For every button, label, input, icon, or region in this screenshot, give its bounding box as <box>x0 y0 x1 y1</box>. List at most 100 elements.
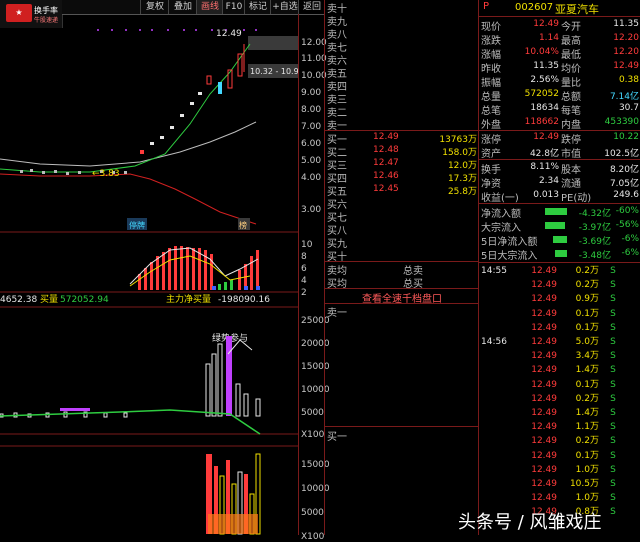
quote-value: 12.20 <box>613 33 639 43</box>
buy-level-volume: 158.0万 <box>442 148 477 158</box>
vol-unit: X100 <box>301 430 325 440</box>
quote-value: 7.14亿 <box>609 92 639 102</box>
price-axis: 12.00 11.00 10.00 9.00 8.00 7.00 6.00 5.… <box>298 14 330 542</box>
flow-pct: -6% <box>621 248 639 258</box>
buy-level-volume: 13763万 <box>439 135 477 145</box>
tick-side: S <box>610 479 616 489</box>
quote-value: 12.49 <box>533 19 559 29</box>
sell1-bottom-label: 卖一 <box>327 308 347 319</box>
tick-side: S <box>610 308 616 319</box>
macd-tick: 2 <box>301 288 307 298</box>
quote-value: 8.11% <box>530 162 559 172</box>
tick-side: S <box>610 436 616 447</box>
tick-volume: 1.4万 <box>575 365 599 376</box>
vol2-unit: X100 <box>301 532 325 542</box>
quote-label: 总量 <box>481 92 501 103</box>
tick-volume: 0.2万 <box>575 266 599 276</box>
quote-label: 流通 <box>561 179 581 190</box>
tick-side: S <box>610 493 616 504</box>
tick-row: 12.49 1.0万 S <box>479 491 640 505</box>
macd-tick: 6 <box>301 264 307 274</box>
tick-volume: 10.5万 <box>569 479 599 489</box>
tick-price: 12.49 <box>531 294 557 305</box>
tick-price: 12.49 <box>531 450 557 461</box>
tick-side: S <box>610 408 616 418</box>
quote-label: 振幅 <box>481 78 501 89</box>
quote-label: 最低 <box>561 50 581 61</box>
tick-side: S <box>610 422 616 433</box>
range-label: 10.32 - 10.9 <box>250 67 298 76</box>
tick-row: 14:55 12.49 0.2万 S <box>479 264 640 278</box>
tick-volume: 0.1万 <box>575 379 599 390</box>
buy-level-price: 12.45 <box>373 184 399 194</box>
tick-row: 12.49 0.1万 S <box>479 378 640 392</box>
quote-label: 跌停 <box>561 135 581 146</box>
tick-price: 12.49 <box>531 266 557 276</box>
flow-value: -3.69亿 <box>578 237 611 247</box>
tick-side: S <box>610 294 616 305</box>
flow-label: 大宗流入 <box>481 223 521 234</box>
tick-volume: 0.2万 <box>575 436 599 447</box>
quote-label: 收益(一) <box>481 193 519 204</box>
quote-value: 12.49 <box>533 132 559 142</box>
buy-level-price: 12.47 <box>373 158 399 168</box>
tick-side: S <box>610 337 616 347</box>
quote-value: 30.7 <box>618 103 639 113</box>
tick-price: 12.49 <box>531 365 557 376</box>
quote-label: 换手 <box>481 165 501 176</box>
quote-label: 涨跌 <box>481 36 501 47</box>
tick-row: 12.49 0.1万 S <box>479 449 640 463</box>
quote-panel: P 002607 亚夏汽车 现价 12.49 今开 11.35 涨跌 1.14 … <box>478 0 640 535</box>
buy1-bottom-label: 买一 <box>327 432 347 443</box>
tick-price: 12.49 <box>531 308 557 319</box>
tick-price: 12.49 <box>531 379 557 390</box>
tick-volume: 1.0万 <box>575 493 599 504</box>
buy-level-price: 12.48 <box>373 145 399 155</box>
tick-row: 12.49 0.1万 S <box>479 321 640 335</box>
restore-rights-button[interactable]: 复权 <box>140 0 169 14</box>
tick-side: S <box>610 450 616 461</box>
quote-value: 102.5亿 <box>604 149 639 159</box>
stock-code: 002607 <box>515 2 554 13</box>
macd-tick: 8 <box>301 252 307 262</box>
quote-value: 10.22 <box>613 132 639 142</box>
tick-row: 12.49 0.9万 S <box>479 292 640 306</box>
quote-value: 11.35 <box>533 61 559 71</box>
tick-price: 12.49 <box>531 337 557 347</box>
quote-value: 11.35 <box>613 19 639 29</box>
quote-value: 2.34 <box>538 176 559 186</box>
order-book: 卖十 卖九 卖八 卖七 卖六 卖五 卖四 卖三 卖二 卖一 买一 12.49 1… <box>324 0 479 535</box>
tick-price: 12.49 <box>531 393 557 404</box>
tick-price: 12.49 <box>531 322 557 333</box>
tick-side: S <box>610 351 616 362</box>
flow-pct: -56% <box>615 220 639 230</box>
tick-price: 12.49 <box>531 436 557 447</box>
quote-label: 涨停 <box>481 135 501 146</box>
tick-list[interactable]: 14:55 12.49 0.2万 S 12.49 0.2万 S 12.49 0.9万 S 12.49… <box>479 263 640 535</box>
quote-label: 总额 <box>561 92 581 103</box>
f10-button[interactable]: F10 <box>222 0 245 14</box>
draw-line-button[interactable]: 画线 <box>196 0 223 14</box>
quote-label: 内盘 <box>561 120 581 131</box>
tick-price: 12.49 <box>531 280 557 291</box>
mark-button[interactable]: 标记 <box>244 0 271 14</box>
quote-value: 10.04% <box>524 47 559 57</box>
tick-row: 12.49 0.2万 S <box>479 278 640 292</box>
add-watchlist-button[interactable]: +自选 <box>270 0 299 14</box>
back-button[interactable]: 返回 <box>298 0 325 15</box>
tick-volume: 0.1万 <box>575 308 599 319</box>
tick-side: S <box>610 379 616 390</box>
buy-level-price: 12.46 <box>373 171 399 181</box>
tick-volume: 0.2万 <box>575 280 599 291</box>
quote-value: 249.6 <box>613 190 639 200</box>
quote-value: 18634 <box>530 103 559 113</box>
tick-volume: 1.0万 <box>575 464 599 475</box>
flow-label: 净流入额 <box>481 209 521 220</box>
kline-chart[interactable]: ←3.83 12.49 10.32 - 10.9 停牌 榜 4652.38 买量… <box>0 14 298 535</box>
quote-value: 118662 <box>524 117 559 127</box>
quote-value: 7.05亿 <box>609 179 639 189</box>
overlay-button[interactable]: 叠加 <box>168 0 197 14</box>
flow-pct: -6% <box>621 234 639 244</box>
tick-volume: 5.0万 <box>575 337 599 347</box>
price-tick: 6.00 <box>301 139 322 149</box>
